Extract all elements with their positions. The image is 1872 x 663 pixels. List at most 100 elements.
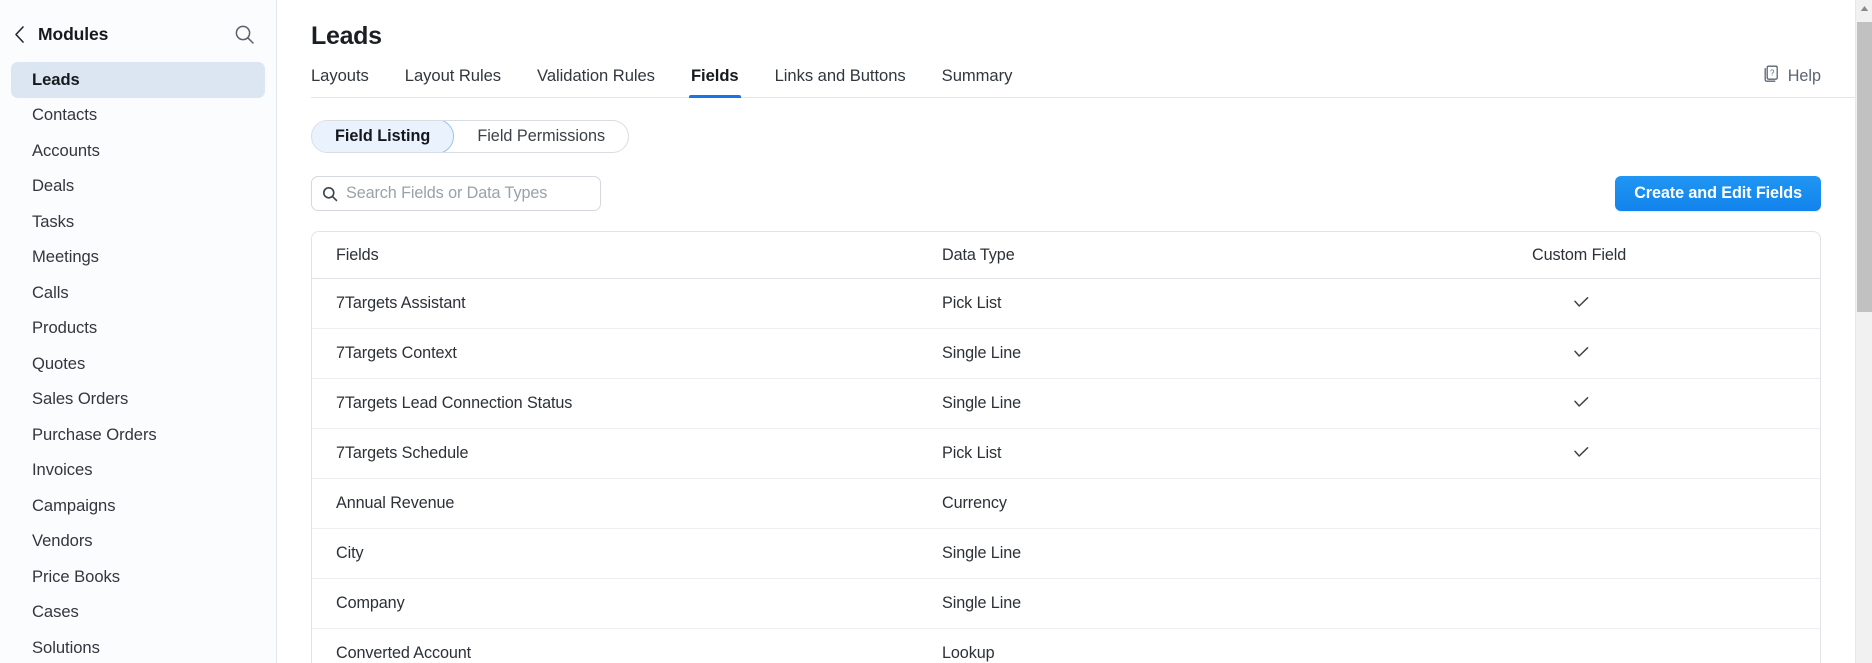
cell-data-type: Single Line bbox=[942, 378, 1532, 429]
tab-layout-rules[interactable]: Layout Rules bbox=[405, 66, 501, 97]
column-header-data-type[interactable]: Data Type bbox=[942, 232, 1532, 279]
search-icon bbox=[322, 186, 338, 202]
sidebar-item-label: Campaigns bbox=[32, 495, 116, 515]
cell-field-name: 7Targets Schedule bbox=[312, 428, 942, 479]
check-icon bbox=[1574, 347, 1589, 358]
cell-data-type: Single Line bbox=[942, 578, 1532, 629]
fields-table: Fields Data Type Custom Field 7Targets A… bbox=[312, 232, 1820, 663]
tab-label: Summary bbox=[941, 66, 1013, 85]
tab-layouts[interactable]: Layouts bbox=[311, 66, 369, 97]
search-input[interactable] bbox=[346, 184, 590, 203]
tab-links-and-buttons[interactable]: Links and Buttons bbox=[775, 66, 906, 97]
cell-custom-field bbox=[1532, 478, 1820, 529]
toggle-label: Field Permissions bbox=[477, 127, 606, 145]
sidebar-item-label: Vendors bbox=[32, 531, 93, 551]
sidebar-item-calls[interactable]: Calls bbox=[11, 275, 265, 311]
help-button[interactable]: ? Help bbox=[1762, 64, 1821, 88]
table-row[interactable]: 7Targets Schedule Pick List bbox=[312, 428, 1820, 479]
sidebar-nav: Leads Contacts Accounts Deals Tasks Meet… bbox=[0, 62, 276, 663]
create-and-edit-fields-button[interactable]: Create and Edit Fields bbox=[1615, 176, 1821, 211]
svg-text:?: ? bbox=[1770, 69, 1775, 78]
sidebar-item-meetings[interactable]: Meetings bbox=[11, 240, 265, 276]
table-row[interactable]: 7Targets Lead Connection Status Single Li… bbox=[312, 378, 1820, 429]
table-row[interactable]: 7Targets Context Single Line bbox=[312, 328, 1820, 379]
sidebar-item-label: Tasks bbox=[32, 211, 75, 231]
sidebar-item-label: Products bbox=[32, 318, 98, 338]
tab-fields[interactable]: Fields bbox=[688, 66, 741, 98]
page-title: Leads bbox=[311, 22, 382, 50]
fields-panel: Field Listing Field Permissions Create a… bbox=[277, 98, 1872, 663]
tab-label: Links and Buttons bbox=[774, 66, 906, 85]
cell-data-type: Currency bbox=[942, 478, 1532, 529]
tab-label: Fields bbox=[690, 66, 739, 85]
cell-field-name: Converted Account bbox=[312, 628, 942, 663]
cell-custom-field bbox=[1532, 428, 1820, 479]
column-header-custom-field[interactable]: Custom Field bbox=[1532, 232, 1820, 279]
cell-custom-field bbox=[1532, 578, 1820, 629]
caret-up-icon[interactable] bbox=[1856, 0, 1872, 17]
cell-field-name: 7Targets Context bbox=[312, 328, 942, 379]
cell-custom-field bbox=[1532, 628, 1820, 663]
tab-summary[interactable]: Summary bbox=[942, 66, 1013, 97]
cell-field-name: Company bbox=[312, 578, 942, 629]
sidebar-item-label: Price Books bbox=[32, 566, 120, 586]
table-head: Fields Data Type Custom Field bbox=[312, 232, 1820, 279]
table-row[interactable]: 7Targets Assistant Pick List bbox=[312, 278, 1820, 329]
cell-field-name: 7Targets Assistant bbox=[312, 278, 942, 329]
table-body: 7Targets Assistant Pick List 7Targets Cont… bbox=[312, 278, 1820, 663]
view-toggle-group: Field Listing Field Permissions bbox=[311, 120, 630, 153]
toggle-field-listing[interactable]: Field Listing bbox=[312, 121, 455, 152]
tab-label: Layouts bbox=[311, 66, 369, 85]
sidebar-item-campaigns[interactable]: Campaigns bbox=[11, 488, 265, 524]
tab-validation-rules[interactable]: Validation Rules bbox=[537, 66, 655, 97]
search-icon[interactable] bbox=[232, 22, 256, 46]
chevron-left-icon[interactable] bbox=[8, 23, 30, 45]
table-row[interactable]: Converted Account Lookup bbox=[312, 628, 1820, 663]
table-row[interactable]: City Single Line bbox=[312, 528, 1820, 579]
sidebar-item-products[interactable]: Products bbox=[11, 311, 265, 347]
cell-custom-field bbox=[1532, 528, 1820, 579]
search-fields-box[interactable] bbox=[311, 176, 601, 211]
cell-custom-field bbox=[1532, 378, 1820, 429]
sidebar-item-tasks[interactable]: Tasks bbox=[11, 204, 265, 240]
cell-data-type: Single Line bbox=[942, 328, 1532, 379]
sidebar-item-label: Quotes bbox=[32, 353, 86, 373]
sidebar-item-solutions[interactable]: Solutions bbox=[11, 630, 265, 663]
check-icon bbox=[1574, 397, 1589, 408]
table-row[interactable]: Annual Revenue Currency bbox=[312, 478, 1820, 529]
sidebar-item-invoices[interactable]: Invoices bbox=[11, 453, 265, 489]
sidebar-item-leads[interactable]: Leads bbox=[11, 62, 265, 98]
sidebar-item-label: Deals bbox=[32, 176, 75, 196]
cell-data-type: Lookup bbox=[942, 628, 1532, 663]
sidebar-item-contacts[interactable]: Contacts bbox=[11, 98, 265, 134]
cell-data-type: Pick List bbox=[942, 428, 1532, 479]
toggle-field-permissions[interactable]: Field Permissions bbox=[454, 121, 628, 152]
sidebar-item-label: Solutions bbox=[32, 637, 100, 657]
sidebar-item-label: Sales Orders bbox=[32, 389, 129, 409]
sidebar-item-label: Invoices bbox=[32, 460, 93, 480]
cell-field-name: 7Targets Lead Connection Status bbox=[312, 378, 942, 429]
sidebar: Modules Leads Contacts Accounts Deals Ta… bbox=[0, 0, 277, 663]
cell-data-type: Single Line bbox=[942, 528, 1532, 579]
sidebar-item-quotes[interactable]: Quotes bbox=[11, 346, 265, 382]
help-doc-icon: ? bbox=[1762, 64, 1781, 88]
cell-custom-field bbox=[1532, 278, 1820, 329]
check-icon bbox=[1574, 447, 1589, 458]
sidebar-item-price-books[interactable]: Price Books bbox=[11, 559, 265, 595]
sidebar-item-cases[interactable]: Cases bbox=[11, 595, 265, 631]
cell-field-name: City bbox=[312, 528, 942, 579]
tab-label: Validation Rules bbox=[537, 66, 655, 85]
table-row[interactable]: Company Single Line bbox=[312, 578, 1820, 629]
vertical-scrollbar[interactable] bbox=[1855, 0, 1872, 663]
sidebar-item-vendors[interactable]: Vendors bbox=[11, 524, 265, 560]
check-icon bbox=[1574, 297, 1589, 308]
sidebar-item-accounts[interactable]: Accounts bbox=[11, 133, 265, 169]
scrollbar-thumb[interactable] bbox=[1857, 22, 1872, 312]
tab-label: Layout Rules bbox=[404, 66, 502, 85]
sidebar-item-sales-orders[interactable]: Sales Orders bbox=[11, 382, 265, 418]
sidebar-item-purchase-orders[interactable]: Purchase Orders bbox=[11, 417, 265, 453]
column-header-fields[interactable]: Fields bbox=[312, 232, 942, 279]
toolbar-row: Create and Edit Fields bbox=[311, 176, 1872, 211]
sidebar-item-deals[interactable]: Deals bbox=[11, 169, 265, 205]
sidebar-item-label: Contacts bbox=[32, 105, 98, 125]
